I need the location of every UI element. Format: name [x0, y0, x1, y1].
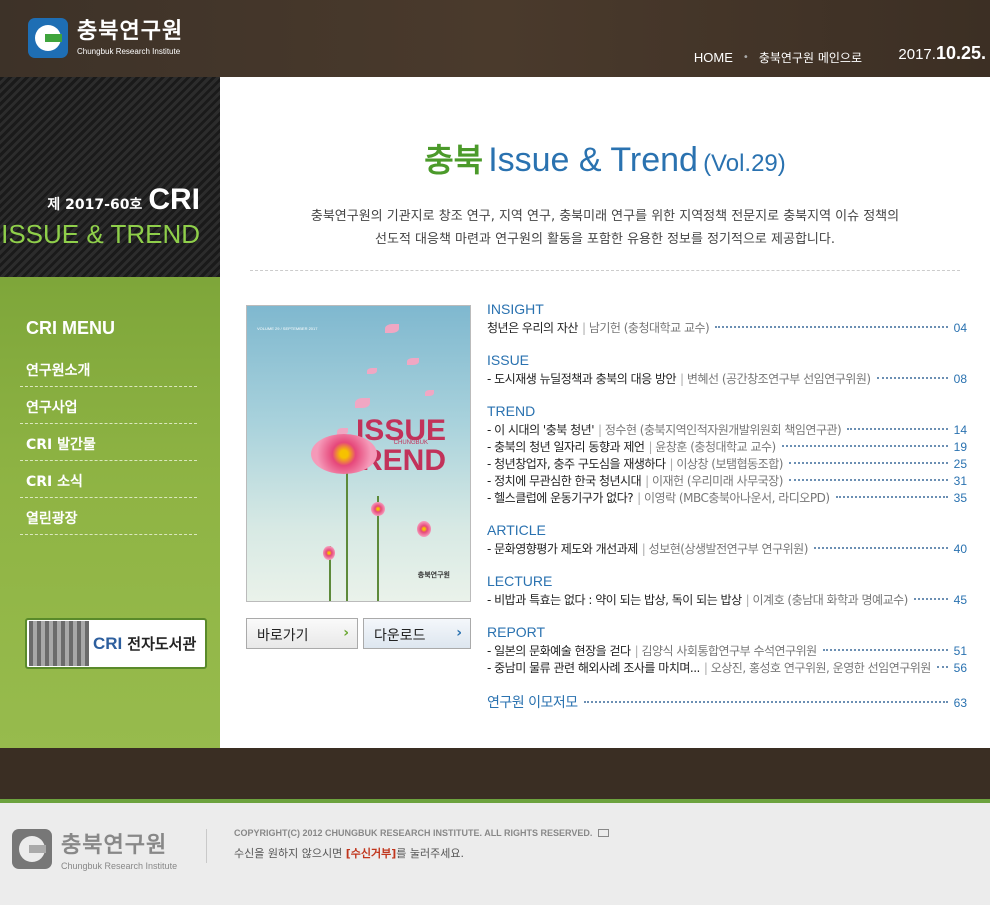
toc-row[interactable]: - 이 시대의 '충북 청년' 정수현 (충북지역인적자원개발위원회 책임연구관…	[487, 421, 967, 438]
main-content: 충북 Issue & Trend (Vol.29) 충북연구원의 기관지로 창조…	[220, 77, 990, 748]
unsubscribe-link[interactable]: [수신거부]	[346, 847, 397, 860]
header: 충북연구원 Chungbuk Research Institute HOME •…	[0, 0, 990, 77]
menu-list: 연구원소개 연구사업 CRI 발간물 CRI 소식 열린광장	[20, 350, 197, 535]
toc-row[interactable]: 청년은 우리의 자산 남기헌 (충청대학교 교수) 04	[487, 319, 967, 336]
toc-row[interactable]: - 충북의 청년 일자리 동향과 제언 윤창훈 (충청대학교 교수) 19	[487, 438, 967, 455]
sidebar-item-publications[interactable]: CRI 발간물	[20, 424, 197, 461]
flower-bud-icon	[417, 521, 431, 537]
toc-row[interactable]: - 비밥과 특효는 없다 : 약이 되는 밥상, 독이 되는 밥상 이계호 (충…	[487, 591, 967, 608]
section-insight: INSIGHT	[487, 301, 544, 317]
title-korean: 충북	[424, 141, 484, 179]
logo-english-name: Chungbuk Research Institute	[77, 47, 181, 56]
cri-logo-icon	[28, 18, 68, 58]
title-english: Issue & Trend	[488, 141, 698, 179]
mail-icon[interactable]	[598, 829, 610, 837]
intro-text: 충북연구원의 기관지로 창조 연구, 지역 연구, 충북미래 연구를 위한 지역…	[310, 209, 900, 247]
flower-bud-icon	[371, 502, 385, 516]
e-library-cri: CRI	[93, 633, 123, 653]
issue-number: 제 2017-60호	[47, 197, 143, 213]
magazine-cover[interactable]: VOLUME 29 / SEPTEMBER 2017 ISSUE &TREND …	[246, 305, 471, 602]
title-volume: (Vol.29)	[703, 150, 786, 177]
flower-bud-icon	[323, 546, 335, 560]
e-library-button[interactable]: CRI 전자도서관	[25, 618, 207, 669]
toc-row[interactable]: - 정치에 무관심한 한국 청년시대 이재헌 (우리미래 사무국장) 31	[487, 472, 967, 489]
library-building-icon	[29, 621, 89, 666]
main-site-link[interactable]: 충북연구원 메인으로	[759, 49, 862, 66]
section-report: REPORT	[487, 624, 546, 640]
footer-logo: 충북연구원 Chungbuk Research Institute	[12, 827, 177, 871]
petal-icon	[385, 324, 399, 333]
cri-logo-icon	[12, 829, 52, 869]
view-button[interactable]: 바로가기 ›	[246, 618, 358, 649]
cover-volume: VOLUME 29 / SEPTEMBER 2017	[257, 326, 318, 331]
petal-icon	[425, 390, 434, 396]
cover-logo: 충북연구원	[417, 571, 450, 579]
download-button[interactable]: 다운로드 ›	[363, 618, 471, 649]
sidebar-item-research[interactable]: 연구사업	[20, 387, 197, 424]
toc-row[interactable]: - 헬스클럽에 운동기구가 없다? 이영락 (MBC충북아나운서, 라디오PD)…	[487, 489, 967, 506]
divider	[250, 270, 960, 271]
cosmos-flower-icon	[311, 434, 377, 474]
banner-cri: CRI	[148, 183, 200, 216]
toc-row[interactable]: - 문화영향평가 제도와 개선과제 성보현(상생발전연구부 연구위원) 40	[487, 540, 967, 557]
section-issue: ISSUE	[487, 352, 530, 368]
sidebar-item-open-square[interactable]: 열린광장	[20, 498, 197, 535]
home-link[interactable]: HOME	[694, 50, 733, 65]
toc-row[interactable]: - 일본의 문화예술 현장을 걷다 김양식 사회통합연구부 수석연구위원 51	[487, 642, 967, 659]
toc-row[interactable]: - 도시재생 뉴딜정책과 충북의 대응 방안 변혜선 (공간창조연구부 선임연구…	[487, 370, 967, 387]
table-of-contents: INSIGHT 청년은 우리의 자산 남기헌 (충청대학교 교수) 04 ISS…	[487, 301, 967, 711]
logo-korean-name: 충북연구원	[77, 19, 184, 44]
copyright: COPYRIGHT(C) 2012 CHUNGBUK RESEARCH INST…	[234, 828, 610, 838]
petal-icon	[367, 368, 377, 374]
section-trend: TREND	[487, 403, 536, 419]
page-title: 충북 Issue & Trend (Vol.29)	[220, 135, 990, 181]
petal-icon	[355, 398, 370, 408]
e-library-label: 전자도서관	[127, 635, 197, 653]
chevron-right-icon: ›	[343, 625, 349, 641]
toc-row[interactable]: - 중남미 물류 관련 해외사례 조사를 마치며... 오상진, 홍성호 연구위…	[487, 659, 967, 676]
petal-icon	[407, 358, 419, 365]
cover-chungbuk: CHUNGBUK	[393, 440, 428, 446]
section-article: ARTICLE	[487, 522, 546, 538]
toc-row[interactable]: - 청년창업자, 충주 구도심을 재생하다 이상창 (보탬협동조합) 25	[487, 455, 967, 472]
section-lecture: LECTURE	[487, 573, 553, 589]
sidebar-item-about[interactable]: 연구원소개	[20, 350, 197, 387]
sidebar-item-news[interactable]: CRI 소식	[20, 461, 197, 498]
top-nav: HOME • 충북연구원 메인으로	[694, 49, 862, 66]
chevron-right-icon: ›	[456, 625, 462, 641]
unsubscribe-notice: 수신을 원하지 않으시면 [수신거부]를 눌러주세요.	[234, 847, 464, 860]
sidebar-menu: CRI MENU 연구원소개 연구사업 CRI 발간물 CRI 소식 열린광장 …	[0, 277, 220, 748]
nav-separator-icon: •	[742, 52, 749, 63]
issue-date: 2017.10.25.	[898, 43, 986, 63]
header-logo[interactable]: 충북연구원 Chungbuk Research Institute	[28, 18, 183, 58]
toc-row-staff-news[interactable]: 연구원 이모저모 63	[487, 692, 967, 711]
menu-title: CRI MENU	[26, 318, 115, 338]
footer-top-band	[0, 748, 990, 800]
footer: 충북연구원 Chungbuk Research Institute COPYRI…	[0, 803, 990, 905]
issue-banner: 제 2017-60호 CRI ISSUE & TREND	[0, 77, 220, 277]
banner-subtitle: ISSUE & TREND	[1, 219, 200, 249]
